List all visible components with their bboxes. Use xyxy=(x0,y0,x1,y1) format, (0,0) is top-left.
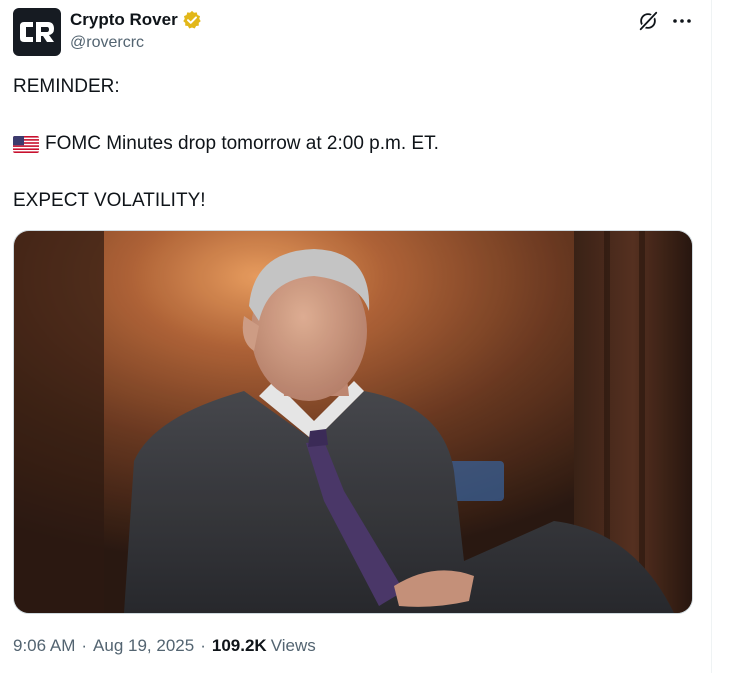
tweet-text-line-fomc: FOMC Minutes drop tomorrow at 2:00 p.m. … xyxy=(13,133,439,155)
display-name[interactable]: Crypto Rover xyxy=(70,10,178,30)
meta-separator: · xyxy=(200,636,206,655)
us-flag-icon xyxy=(13,135,39,153)
tweet-header: Crypto Rover @rovercrc xyxy=(13,6,693,56)
meta-separator: · xyxy=(81,636,88,655)
avatar[interactable] xyxy=(13,8,61,56)
cr-logo-icon xyxy=(20,22,54,42)
tweet-date[interactable]: Aug 19, 2025 xyxy=(93,636,194,656)
tweet-text-line-volatility: EXPECT VOLATILITY! xyxy=(13,190,206,211)
tweet-time[interactable]: 9:06 AM xyxy=(13,636,75,656)
tweet-metadata: 9:06 AM · Aug 19, 2025 · 109.2K Views xyxy=(13,636,316,656)
timeline-border xyxy=(711,0,712,673)
more-options-icon[interactable] xyxy=(671,14,693,28)
verified-badge-icon[interactable] xyxy=(182,10,202,30)
grok-icon[interactable] xyxy=(637,10,659,32)
name-row: Crypto Rover xyxy=(70,10,202,30)
tweet-text-line-reminder: REMINDER: xyxy=(13,76,120,97)
tweet-media-photo[interactable] xyxy=(13,230,693,614)
photo-speaker-seated xyxy=(14,231,692,613)
handle[interactable]: @rovercrc xyxy=(70,34,144,52)
fomc-text: FOMC Minutes drop tomorrow at 2:00 p.m. … xyxy=(45,133,439,154)
views-count[interactable]: 109.2K xyxy=(212,636,267,656)
views-label: Views xyxy=(270,636,316,655)
